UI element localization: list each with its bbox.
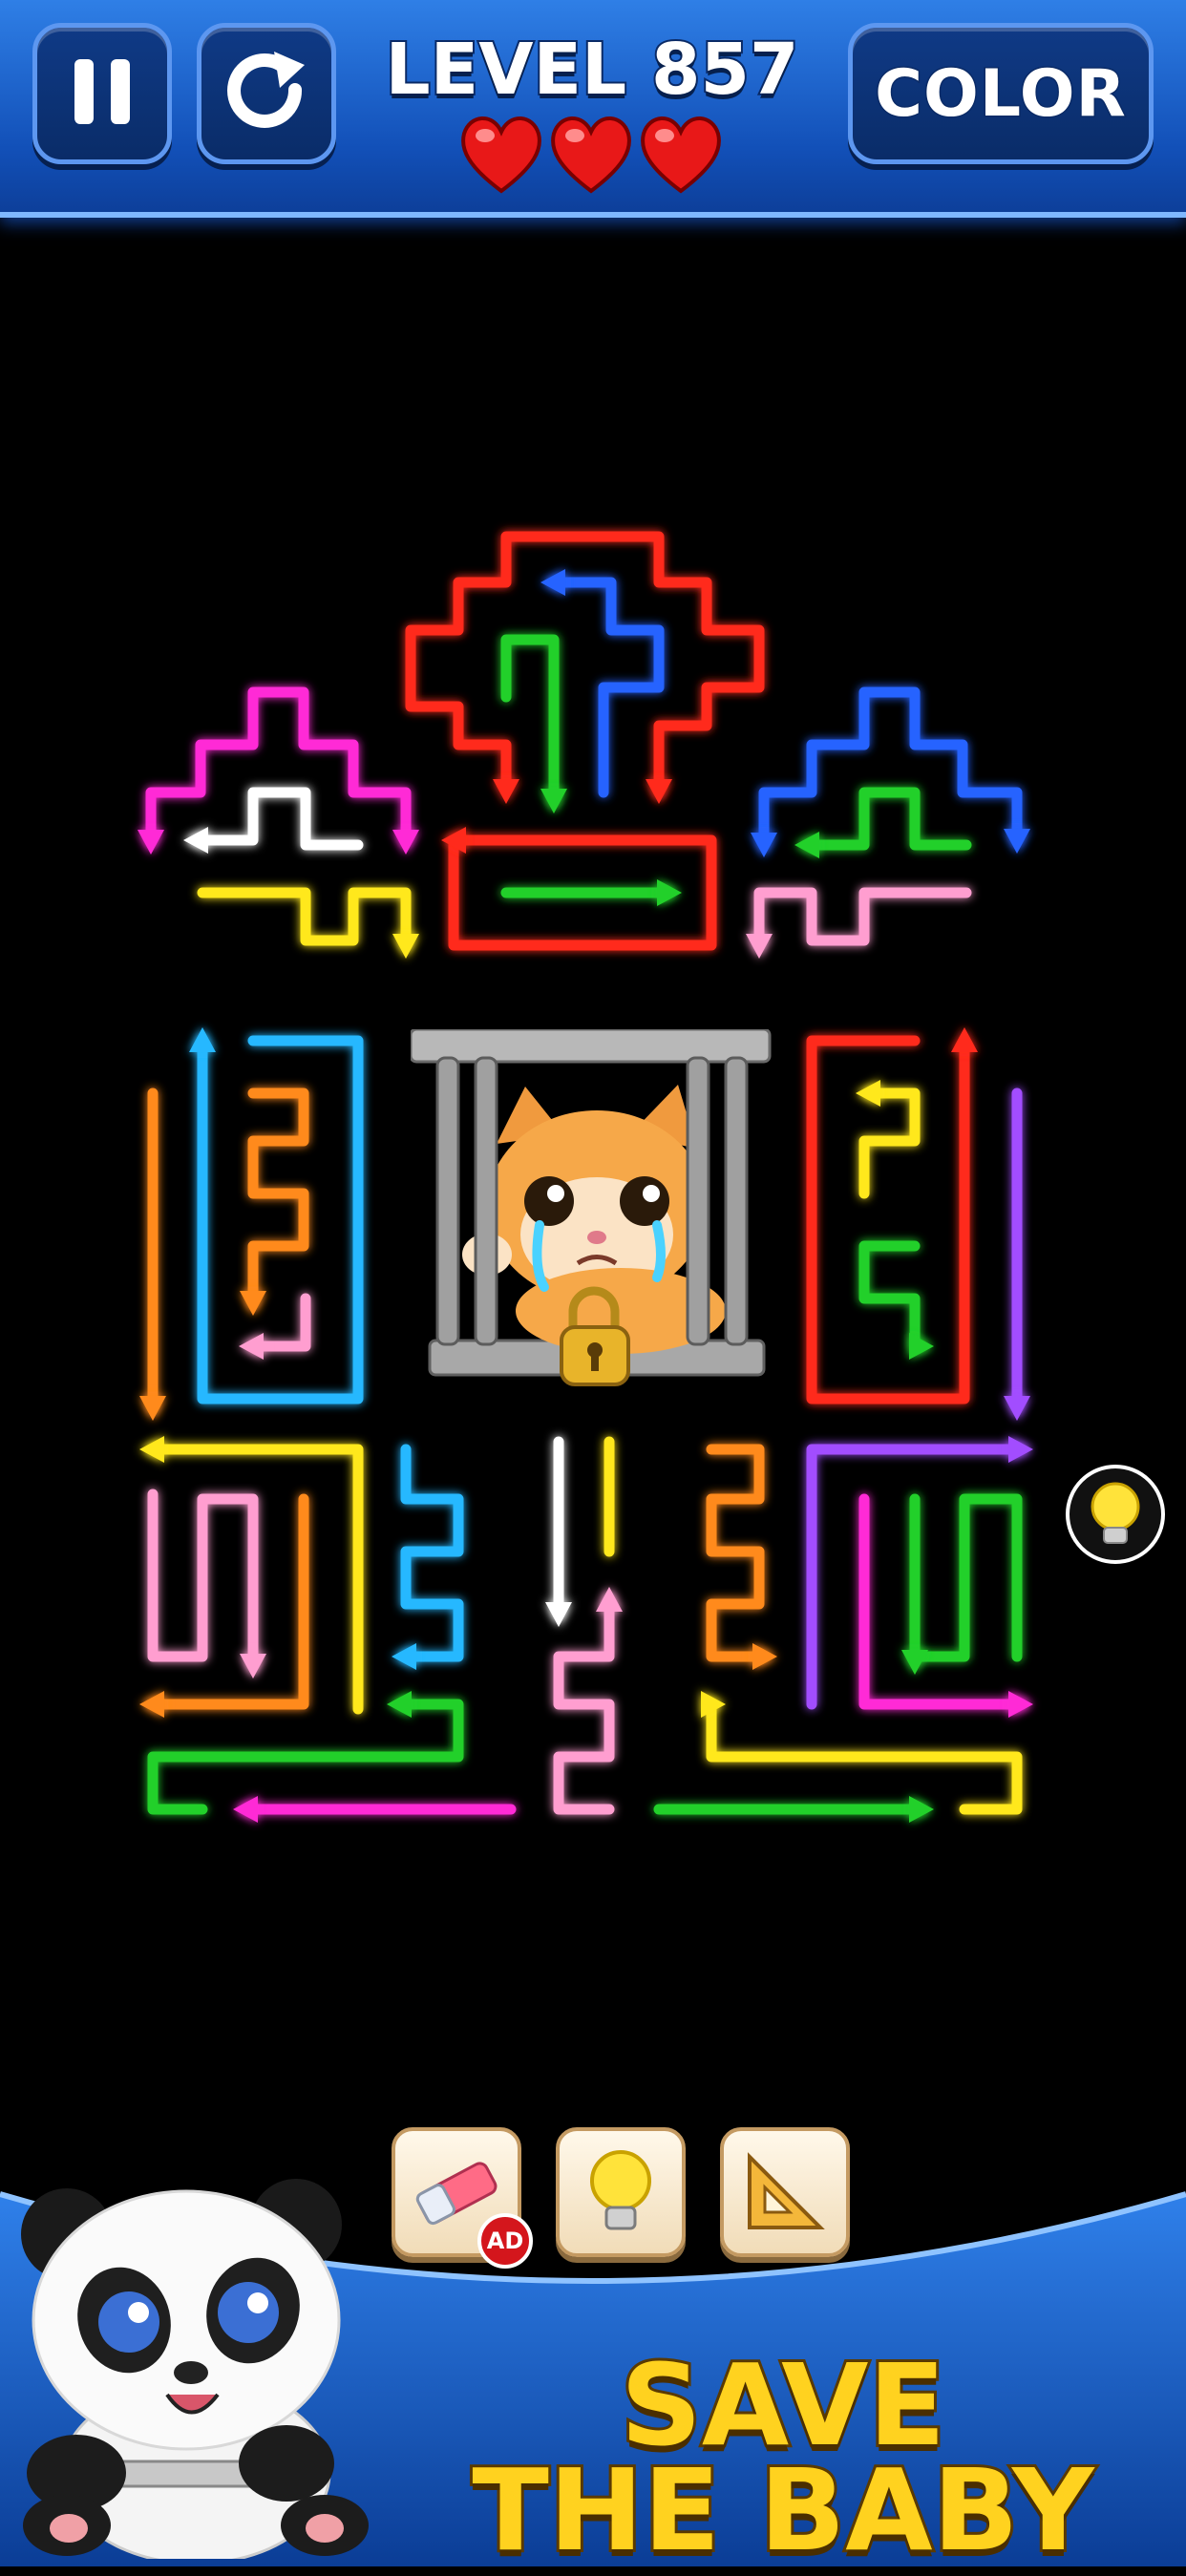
ruler-tool-button[interactable]	[720, 2127, 850, 2257]
panda-mascot	[10, 2158, 392, 2565]
arrow-green-bottom-right[interactable]	[909, 1493, 1023, 1667]
kitten-cage	[409, 1027, 773, 1392]
lightbulb-icon	[590, 2150, 651, 2230]
arrow-white-left[interactable]	[190, 787, 364, 851]
arrow-blue-right[interactable]	[758, 686, 1023, 851]
arrow-orange-bottom-left[interactable]	[147, 1493, 309, 1710]
arrow-green-right-zigzag[interactable]	[858, 1240, 927, 1352]
slogan-line-2: THE BABY	[469, 2444, 1096, 2576]
arrow-yellow-bottom-right[interactable]	[706, 1699, 1023, 1815]
arrow-pink-bottom-left[interactable]	[147, 1489, 259, 1672]
arrow-green-right[interactable]	[801, 787, 972, 851]
arrow-pink-right[interactable]	[753, 887, 972, 951]
side-hint-button[interactable]	[1066, 1465, 1165, 1564]
arrow-orange-bottom-right[interactable]	[706, 1444, 770, 1662]
arrow-green-bottom-left[interactable]	[147, 1699, 464, 1815]
arrow-yellow-right-zigzag[interactable]	[858, 1087, 921, 1199]
arrow-pink-center[interactable]	[553, 1594, 615, 1815]
ad-badge: AD	[477, 2213, 533, 2269]
set-square-icon	[748, 2152, 825, 2229]
arrow-orange-zigzag[interactable]	[247, 1087, 309, 1309]
hint-tool-button[interactable]	[556, 2127, 686, 2257]
arrow-yellow-left[interactable]	[197, 887, 412, 951]
arrow-red-roof[interactable]	[405, 531, 765, 798]
arrow-magenta-left[interactable]	[145, 686, 412, 846]
arrow-magenta-bottom-right[interactable]	[858, 1493, 1027, 1710]
arrow-cyan-bottom-left[interactable]	[400, 1444, 464, 1662]
arrow-blue-top[interactable]	[548, 577, 665, 798]
lightbulb-icon	[1091, 1482, 1140, 1544]
arrow-green-top[interactable]	[500, 634, 560, 808]
